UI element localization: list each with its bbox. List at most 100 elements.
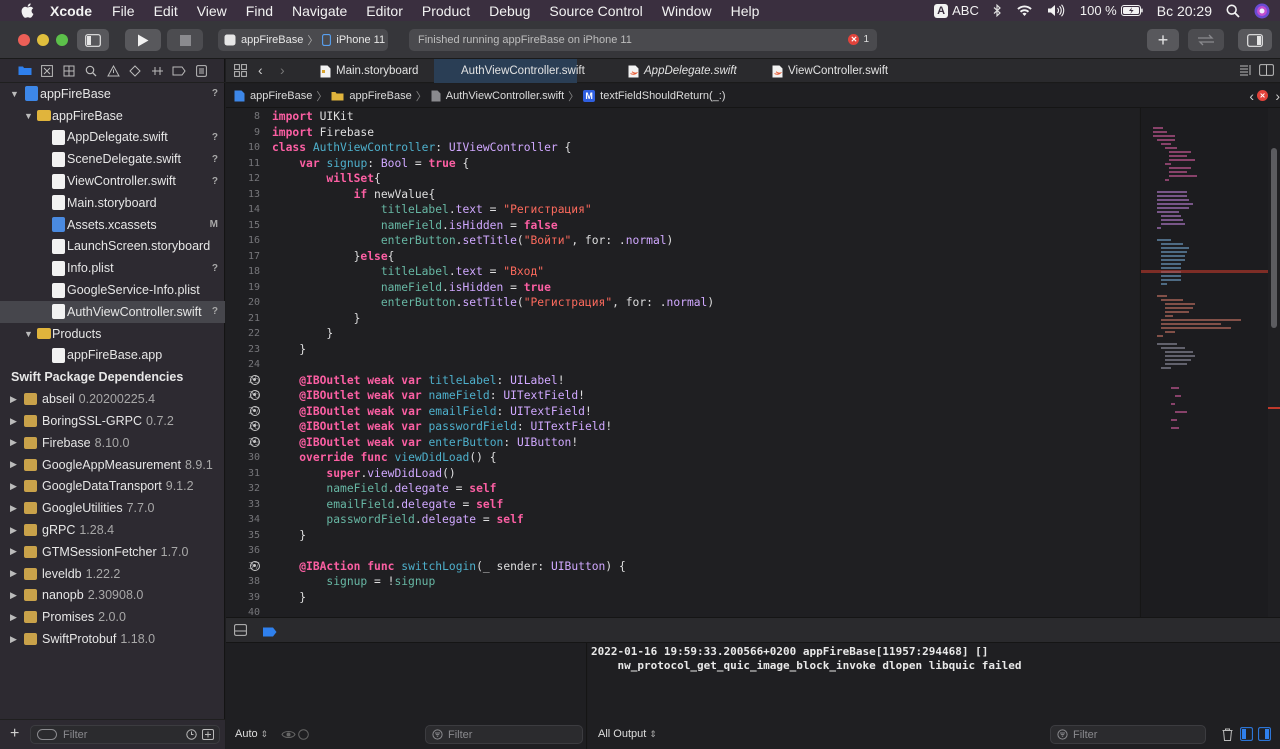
file-tree-item-viewcontroller-swift[interactable]: ViewController.swift? bbox=[0, 170, 225, 192]
package-item-googleutilities[interactable]: ▶ GoogleUtilities 7.7.0 bbox=[0, 497, 225, 519]
close-window-button[interactable] bbox=[18, 34, 30, 46]
outlet-connection-icon[interactable] bbox=[250, 421, 260, 431]
menu-window[interactable]: Window bbox=[662, 3, 712, 19]
tab-main-storyboard[interactable]: Main.storyboard bbox=[320, 59, 434, 83]
minimize-window-button[interactable] bbox=[37, 34, 49, 46]
file-tree-item-main-storyboard[interactable]: Main.storyboard bbox=[0, 192, 225, 214]
disclosure-triangle-icon[interactable]: ▶ bbox=[10, 437, 17, 448]
package-item-googleappmeasurement[interactable]: ▶ GoogleAppMeasurement 8.9.1 bbox=[0, 454, 225, 476]
breakpoint-navigator-icon[interactable] bbox=[168, 66, 190, 76]
test-navigator-icon[interactable] bbox=[124, 64, 146, 77]
recent-files-icon[interactable] bbox=[186, 729, 197, 743]
disclosure-triangle-icon[interactable]: ▶ bbox=[10, 634, 17, 645]
outlet-connection-icon[interactable] bbox=[250, 390, 260, 400]
disclosure-triangle-icon[interactable]: ▼ bbox=[24, 329, 33, 339]
menu-app-name[interactable]: Xcode bbox=[50, 3, 92, 19]
error-badge[interactable]: ✕ 1 bbox=[848, 34, 869, 45]
package-item-grpc[interactable]: ▶ gRPC 1.28.4 bbox=[0, 519, 225, 541]
package-item-leveldb[interactable]: ▶ leveldb 1.22.2 bbox=[0, 563, 225, 585]
package-item-promises[interactable]: ▶ Promises 2.0.0 bbox=[0, 606, 225, 628]
toggle-inspector-button[interactable] bbox=[1238, 29, 1272, 51]
jump-symbol[interactable]: textFieldShouldReturn(_:) bbox=[600, 90, 725, 102]
file-tree-item-appfirebase[interactable]: ▼ appFireBase? bbox=[0, 83, 225, 105]
forward-arrow-icon[interactable]: › bbox=[280, 62, 285, 78]
jump-group[interactable]: appFireBase bbox=[349, 90, 411, 102]
file-tree-item-assets-xcassets[interactable]: Assets.xcassets M bbox=[0, 214, 225, 236]
jump-project[interactable]: appFireBase bbox=[250, 90, 312, 102]
disclosure-triangle-icon[interactable]: ▶ bbox=[10, 416, 17, 427]
package-item-googledatatransport[interactable]: ▶ GoogleDataTransport 9.1.2 bbox=[0, 476, 225, 498]
show-console-icon[interactable] bbox=[1258, 727, 1271, 744]
back-arrow-icon[interactable]: ‹ bbox=[258, 62, 263, 78]
package-item-nanopb[interactable]: ▶ nanopb 2.30908.0 bbox=[0, 585, 225, 607]
editor-options-icon[interactable] bbox=[1239, 64, 1254, 79]
disclosure-triangle-icon[interactable]: ▼ bbox=[10, 89, 19, 99]
scrollbar-thumb[interactable] bbox=[1271, 148, 1277, 328]
disclosure-triangle-icon[interactable]: ▶ bbox=[10, 481, 17, 492]
jump-file[interactable]: AuthViewController.swift bbox=[446, 90, 564, 102]
variables-filter-input[interactable]: Filter bbox=[425, 725, 583, 744]
issue-error-icon[interactable]: ✕ bbox=[1257, 90, 1268, 101]
breakpoints-toggle-icon[interactable] bbox=[262, 625, 277, 640]
disclosure-triangle-icon[interactable]: ▶ bbox=[10, 459, 17, 470]
menu-edit[interactable]: Edit bbox=[154, 3, 178, 19]
library-button[interactable]: + bbox=[1147, 29, 1179, 51]
report-navigator-icon[interactable] bbox=[190, 64, 212, 77]
file-tree-item-launchscreen-storyboard[interactable]: LaunchScreen.storyboard bbox=[0, 236, 225, 258]
menu-help[interactable]: Help bbox=[731, 3, 760, 19]
disclosure-triangle-icon[interactable]: ▶ bbox=[10, 590, 17, 601]
source-editor[interactable]: 8 9 10 11 12 13 14 15 16 17 18 19 20 21 22 23 24 25 26 27 28… bbox=[226, 108, 1139, 617]
volume-icon[interactable] bbox=[1047, 4, 1066, 17]
disclosure-triangle-icon[interactable]: ▼ bbox=[24, 111, 33, 121]
outlet-connection-icon[interactable] bbox=[250, 405, 260, 416]
find-navigator-icon[interactable] bbox=[80, 65, 102, 77]
battery-status[interactable]: 100 % bbox=[1080, 3, 1143, 18]
disclosure-triangle-icon[interactable]: ▶ bbox=[10, 525, 17, 536]
menu-debug[interactable]: Debug bbox=[489, 3, 530, 19]
package-item-firebase[interactable]: ▶ Firebase 8.10.0 bbox=[0, 432, 225, 454]
toggle-navigator-button[interactable] bbox=[77, 29, 109, 51]
outlet-connection-icon[interactable] bbox=[250, 560, 260, 571]
editor-scrollbar[interactable] bbox=[1268, 108, 1280, 617]
menu-source-control[interactable]: Source Control bbox=[549, 3, 642, 19]
tab-authviewcontroller[interactable]: AuthViewController.swift bbox=[434, 59, 585, 83]
file-tree-item-authviewcontroller-swift[interactable]: AuthViewController.swift? bbox=[0, 300, 225, 323]
variables-view[interactable]: Auto ⇕ Filter bbox=[226, 643, 587, 749]
add-file-button[interactable]: + bbox=[10, 726, 19, 742]
package-item-swiftprotobuf[interactable]: ▶ SwiftProtobuf 1.18.0 bbox=[0, 628, 225, 650]
disclosure-triangle-icon[interactable]: ▶ bbox=[10, 546, 17, 557]
run-button[interactable] bbox=[125, 29, 161, 51]
menu-view[interactable]: View bbox=[197, 3, 227, 19]
tab-viewcontroller[interactable]: ViewController.swift bbox=[772, 59, 912, 83]
zoom-window-button[interactable] bbox=[56, 34, 68, 46]
minimap[interactable] bbox=[1140, 108, 1268, 617]
print-description-icon[interactable] bbox=[298, 728, 309, 743]
show-variables-icon[interactable] bbox=[1240, 727, 1253, 744]
file-tree-item-info-plist[interactable]: Info.plist? bbox=[0, 257, 225, 279]
package-item-gtmsessionfetcher[interactable]: ▶ GTMSessionFetcher 1.7.0 bbox=[0, 541, 225, 563]
spotlight-icon[interactable] bbox=[1226, 3, 1240, 18]
code-area[interactable]: import UIKit import Firebase class AuthVie… bbox=[272, 108, 1132, 617]
disclosure-triangle-icon[interactable]: ▶ bbox=[10, 394, 17, 405]
menu-file[interactable]: File bbox=[112, 3, 135, 19]
split-editor-icon[interactable] bbox=[1259, 64, 1274, 79]
source-control-icon[interactable] bbox=[36, 64, 58, 77]
apple-menu-icon[interactable] bbox=[18, 3, 36, 18]
wifi-icon[interactable] bbox=[1016, 4, 1033, 17]
menubar-clock[interactable]: Вс 20:29 bbox=[1157, 3, 1212, 19]
package-item-boringssl-grpc[interactable]: ▶ BoringSSL-GRPC 0.7.2 bbox=[0, 410, 225, 432]
file-tree-item-appdelegate-swift[interactable]: AppDelegate.swift? bbox=[0, 127, 225, 149]
disclosure-triangle-icon[interactable]: ▶ bbox=[10, 568, 17, 579]
scheme-selector[interactable]: appFireBase 〉 iPhone 11 bbox=[218, 29, 388, 51]
file-tree-item-appfirebase[interactable]: ▼ appFireBase bbox=[0, 105, 225, 127]
file-tree-item-products[interactable]: ▼ Products bbox=[0, 323, 225, 345]
menu-product[interactable]: Product bbox=[422, 3, 470, 19]
stop-button[interactable] bbox=[167, 29, 203, 51]
menu-find[interactable]: Find bbox=[246, 3, 273, 19]
outlet-connection-icon[interactable] bbox=[250, 374, 260, 385]
filter-scm-icon[interactable] bbox=[202, 729, 214, 743]
folder-icon[interactable] bbox=[14, 65, 36, 76]
package-item-abseil[interactable]: ▶ abseil 0.20200225.4 bbox=[0, 388, 225, 410]
console-view[interactable]: 2022-01-16 19:59:33.200566+0200 appFireB… bbox=[588, 643, 1280, 749]
menu-navigate[interactable]: Navigate bbox=[292, 3, 347, 19]
